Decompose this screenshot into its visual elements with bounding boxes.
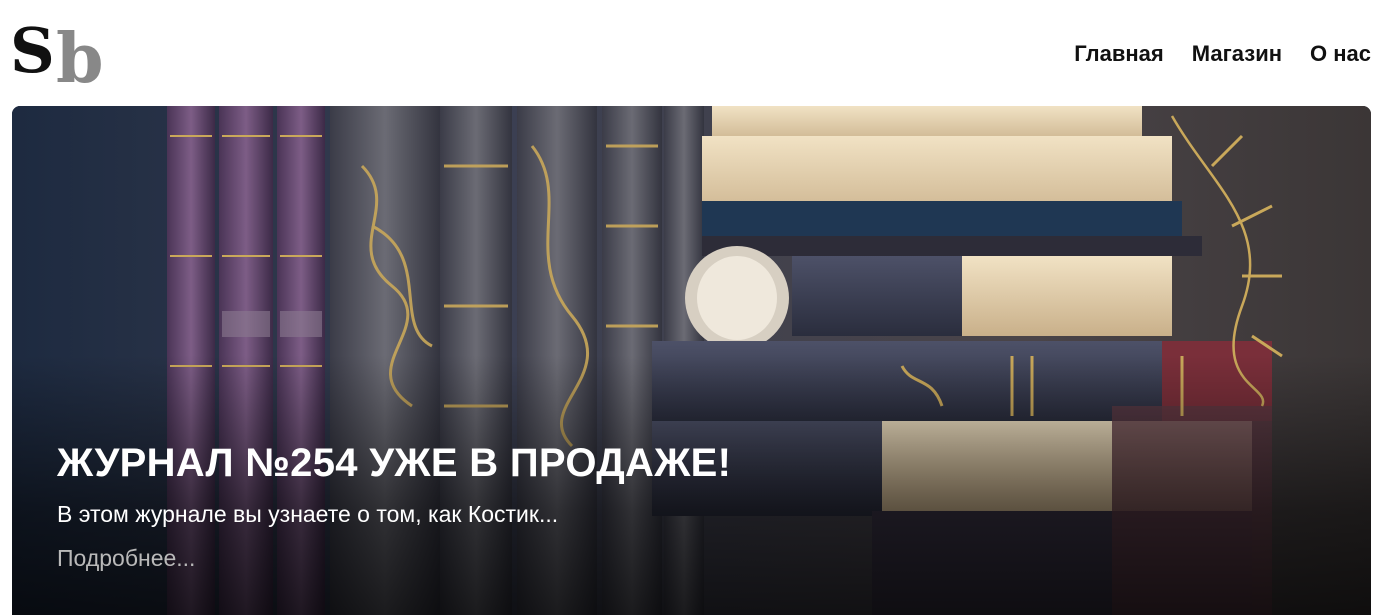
site-header: b S Главная Магазин О нас bbox=[0, 0, 1377, 106]
nav-link-shop[interactable]: Магазин bbox=[1192, 40, 1282, 68]
svg-text:S: S bbox=[10, 18, 55, 86]
main-nav: Главная Магазин О нас bbox=[1074, 40, 1371, 68]
nav-link-about[interactable]: О нас bbox=[1310, 40, 1371, 68]
hero-banner[interactable]: ЖУРНАЛ №254 УЖЕ В ПРОДАЖЕ! В этом журнал… bbox=[12, 106, 1371, 615]
logo-icon[interactable]: b S bbox=[10, 18, 122, 86]
hero-subtitle: В этом журнале вы узнаете о том, как Кос… bbox=[57, 501, 559, 527]
svg-text:b: b bbox=[56, 19, 104, 86]
hero-title: ЖУРНАЛ №254 УЖЕ В ПРОДАЖЕ! bbox=[57, 441, 732, 485]
read-more-link[interactable]: Подробнее... bbox=[57, 543, 195, 573]
nav-link-home[interactable]: Главная bbox=[1074, 40, 1163, 68]
